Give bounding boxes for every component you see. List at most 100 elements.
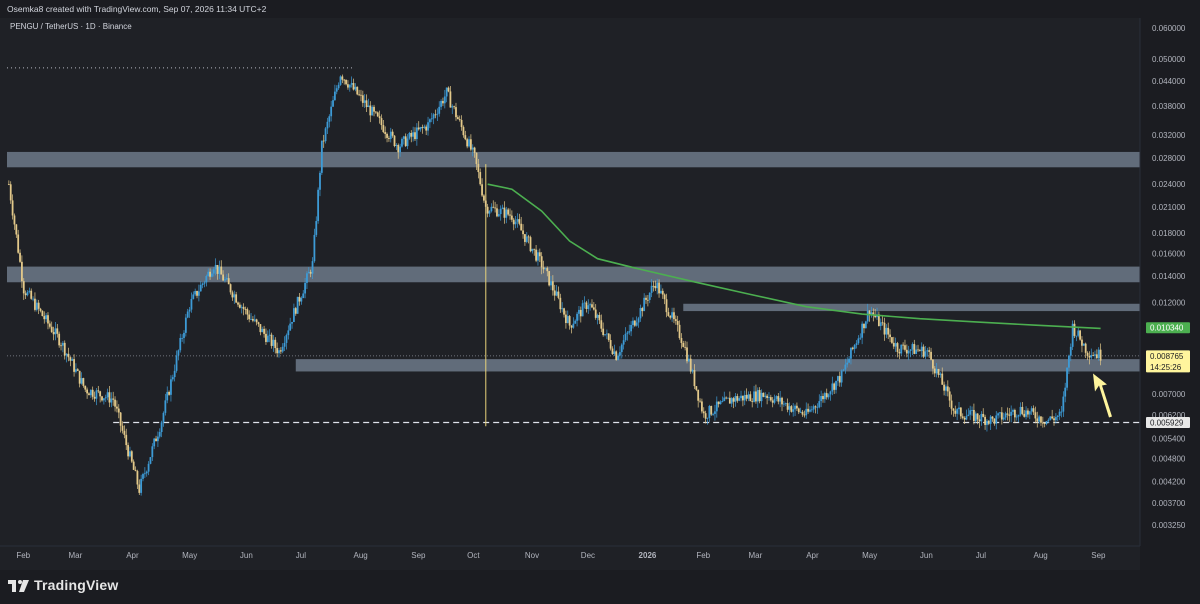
candle-body xyxy=(965,416,968,420)
price-tick-label: 0.050000 xyxy=(1152,55,1186,64)
candle-body xyxy=(142,474,144,479)
candle-body xyxy=(93,396,96,399)
chart-area[interactable]: 0.060000 0.050000 0.044000 0.038000 0.032000… xyxy=(0,18,1200,570)
candle xyxy=(339,75,342,86)
candle-body xyxy=(900,344,903,354)
time-tick-label: Aug xyxy=(354,551,368,560)
brand-name: TradingView xyxy=(34,577,119,593)
candle-body xyxy=(687,358,690,362)
candle-body xyxy=(753,391,755,402)
candle-body xyxy=(592,307,595,310)
candle-body xyxy=(967,414,970,417)
candle-body xyxy=(905,349,908,354)
candle-body xyxy=(1043,422,1046,424)
candle-body xyxy=(108,392,111,403)
candle-body xyxy=(296,296,299,314)
candle-body xyxy=(102,398,105,401)
candle-body xyxy=(39,308,42,311)
candle-body xyxy=(883,322,886,335)
tradingview-mark-icon xyxy=(8,579,29,592)
candle-body xyxy=(579,309,582,317)
candle-body xyxy=(483,195,485,201)
candle-body xyxy=(151,446,154,458)
candle-body xyxy=(162,412,165,423)
candle-body xyxy=(945,386,947,391)
candle-body xyxy=(984,416,986,425)
time-tick-label: Feb xyxy=(696,551,710,560)
candle-body xyxy=(835,380,837,390)
support-resistance-zone xyxy=(7,266,1140,283)
candle-body xyxy=(790,406,793,412)
candle-body xyxy=(557,291,560,298)
candle-body xyxy=(1054,417,1057,421)
candle-body xyxy=(58,333,61,346)
candle-body xyxy=(857,338,860,344)
candle-body xyxy=(1092,355,1095,356)
candle-body xyxy=(488,211,491,214)
candle-body xyxy=(626,332,629,334)
candle-body xyxy=(866,310,869,322)
candle-body xyxy=(479,172,482,185)
candle-body xyxy=(853,345,856,349)
candle-body xyxy=(266,335,269,342)
candle-body xyxy=(550,281,552,286)
price-chart[interactable]: 0.060000 0.050000 0.044000 0.038000 0.032000… xyxy=(0,18,1200,570)
candle-body xyxy=(97,390,100,392)
tradingview-logo[interactable]: TradingView xyxy=(8,576,118,594)
candle-body xyxy=(980,413,983,422)
candle-body xyxy=(941,373,944,385)
candle-body xyxy=(1079,330,1081,340)
candle-body xyxy=(184,317,187,333)
candle-body xyxy=(179,337,182,351)
candle xyxy=(1066,367,1068,391)
candle-body xyxy=(671,312,673,318)
candle-body xyxy=(973,409,975,421)
time-tick-label: Apr xyxy=(806,551,819,560)
candle-body xyxy=(348,84,351,88)
candle-body xyxy=(311,261,314,274)
candle-body xyxy=(602,328,605,336)
candle-body xyxy=(956,409,959,414)
candle-body xyxy=(721,401,724,402)
candle-body xyxy=(512,219,515,225)
candle-body xyxy=(30,290,33,299)
candle-body xyxy=(304,282,306,294)
candle xyxy=(296,296,299,314)
candle-body xyxy=(646,299,649,301)
candle-body xyxy=(175,355,178,371)
time-tick-label: May xyxy=(182,551,197,560)
price-tick-label: 0.024000 xyxy=(1152,180,1186,189)
candle-body xyxy=(449,91,452,108)
candle-body xyxy=(181,337,184,339)
candle-body xyxy=(207,271,210,277)
candle-body xyxy=(235,294,238,303)
candle-body xyxy=(555,291,558,296)
time-tick-label: Jun xyxy=(920,551,933,560)
candle-body xyxy=(952,408,955,411)
candle-body xyxy=(652,285,655,287)
candle-body xyxy=(881,322,884,324)
candle-body xyxy=(11,200,14,216)
candle-body xyxy=(909,349,912,351)
candle-body xyxy=(276,348,279,354)
candle-body xyxy=(538,252,541,257)
candle-body xyxy=(246,309,249,315)
candle-body xyxy=(414,132,416,140)
candle-body xyxy=(660,290,662,294)
candle-body xyxy=(861,323,864,338)
candle-body xyxy=(360,94,362,96)
candle-body xyxy=(21,261,23,282)
candle-body xyxy=(129,451,131,457)
candle-body xyxy=(527,236,530,238)
candle-body xyxy=(244,309,247,310)
candle-body xyxy=(104,397,107,399)
price-tick-label: 0.003250 xyxy=(1152,521,1186,530)
candle-body xyxy=(604,334,606,336)
candle-body xyxy=(376,112,379,117)
candle-body xyxy=(978,419,981,422)
candle-body xyxy=(522,230,524,235)
candle-body xyxy=(341,76,344,80)
candle-body xyxy=(682,342,685,347)
candle-body xyxy=(9,184,12,201)
candle-body xyxy=(1019,406,1022,415)
